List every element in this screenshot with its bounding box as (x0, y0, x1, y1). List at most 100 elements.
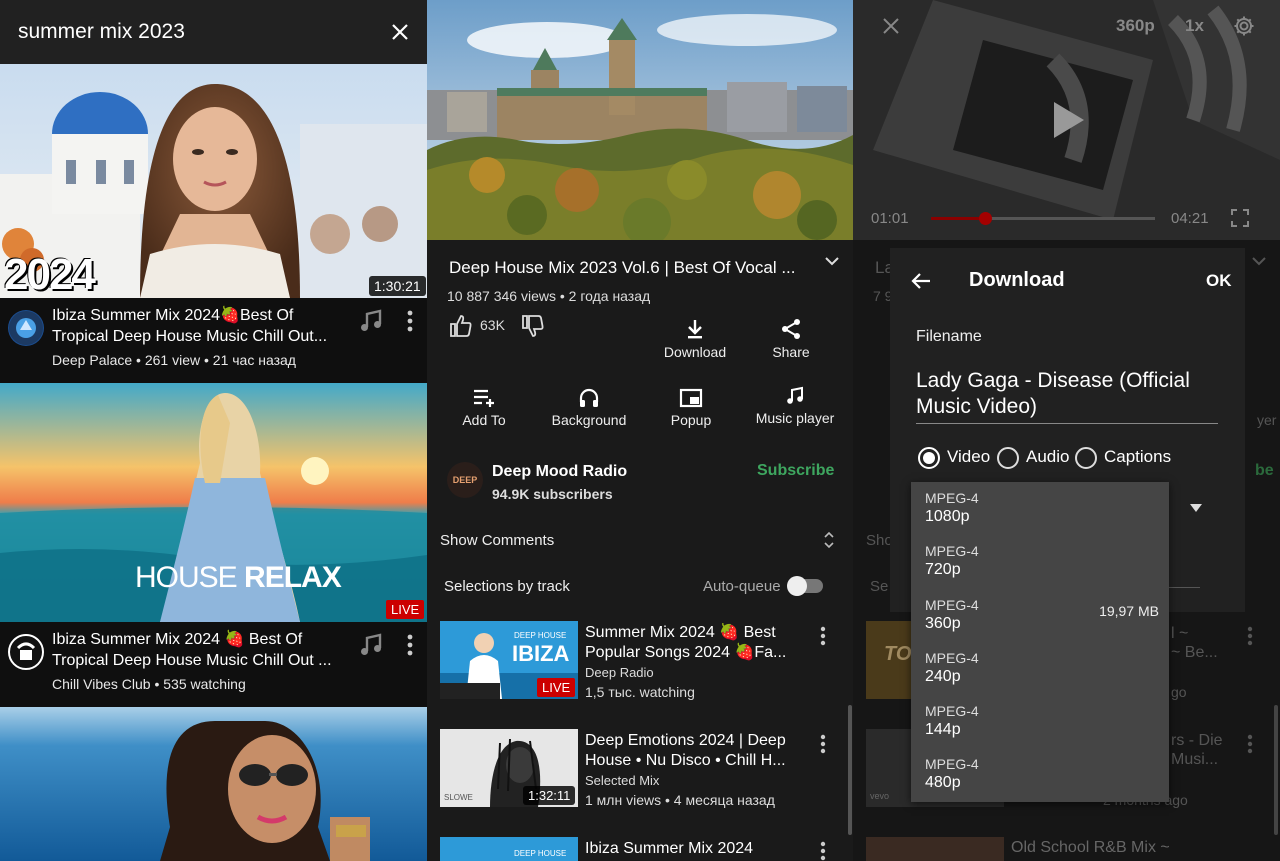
popup-label: Popup (670, 412, 712, 428)
live-badge: LIVE (537, 678, 576, 697)
scrollbar[interactable] (1274, 705, 1278, 835)
video-thumbnail[interactable]: HOUSE RELAX LIVE (0, 383, 427, 622)
settings-gear-icon[interactable] (1231, 13, 1257, 39)
music-note-icon[interactable] (357, 307, 385, 335)
recommendation-thumbnail[interactable]: SLOWE 1:32:11 (440, 729, 578, 807)
subscribe-button[interactable]: Subscribe (757, 462, 834, 480)
video-player[interactable]: 360p 1x 01:01 04:21 (853, 0, 1280, 240)
format-option-480p[interactable]: MPEG-4 480p (911, 748, 1169, 801)
search-header: summer mix 2023 (0, 0, 427, 64)
share-button[interactable]: Share (757, 318, 825, 360)
file-size: 19,97 MB (1099, 603, 1159, 619)
background-text-fragment: Se (870, 578, 889, 595)
fullscreen-icon[interactable] (1229, 207, 1251, 229)
speed-button[interactable]: 1x (1185, 16, 1204, 36)
dropdown-arrow-icon[interactable] (1186, 500, 1206, 516)
ok-button[interactable]: OK (1206, 271, 1232, 291)
download-button[interactable]: Download (655, 318, 735, 360)
recommendation-title[interactable]: Deep Emotions 2024 | Deep House • Nu Dis… (585, 731, 805, 771)
recommendation-title[interactable]: Summer Mix 2024 🍓 Best Popular Songs 202… (585, 623, 805, 663)
channel-avatar-text: DEEP (452, 475, 478, 485)
duration-badge: 1:30:21 (369, 276, 426, 296)
video-meta: Deep Palace • 261 view • 21 час назад (52, 352, 296, 368)
format-dropdown-menu: MPEG-4 1080p MPEG-4 720p MPEG-4 360p 19,97 M… (911, 482, 1169, 802)
background-text-fragment: be (1255, 462, 1274, 479)
background-text-fragment: Sho (866, 532, 893, 549)
music-note-icon[interactable] (357, 631, 385, 659)
add-to-button[interactable]: Add To (447, 388, 521, 428)
more-options-icon[interactable] (398, 308, 422, 334)
more-options-icon[interactable] (398, 632, 422, 658)
chevron-down-icon[interactable] (821, 250, 843, 272)
format-option-144p[interactable]: MPEG-4 144p (911, 695, 1169, 748)
player-download-panel: 360p 1x 01:01 04:21 La 7 9 yer be Sho Se… (853, 0, 1280, 861)
format-option-1080p[interactable]: MPEG-4 1080p (911, 482, 1169, 535)
background-text-fragment: vevo (870, 791, 890, 801)
video-detail-panel: Deep House Mix 2023 Vol.6 | Best Of Voca… (427, 0, 853, 861)
background-text-fragment: Old School R&B Mix ~ (1011, 839, 1170, 856)
video-player[interactable] (427, 0, 853, 240)
channel-avatar[interactable] (8, 634, 44, 670)
background-text-fragment: Musi... (1171, 751, 1219, 768)
music-player-label: Music player (755, 410, 835, 426)
duration-badge: 1:32:11 (523, 786, 576, 805)
add-to-label: Add To (462, 412, 506, 428)
background-text-fragment: go (1171, 684, 1187, 700)
autoqueue-toggle[interactable] (787, 576, 823, 596)
background-button[interactable]: Background (541, 388, 637, 428)
dialog-title: Download (969, 269, 1065, 291)
show-comments-label: Show Comments (440, 532, 555, 549)
channel-avatar[interactable]: DEEP (447, 462, 483, 498)
recommendation-thumbnail[interactable]: DEEP HOUSE (440, 837, 578, 861)
recommendation-thumbnail[interactable]: DEEP HOUSE IBIZA LIVE (440, 621, 578, 699)
time-current: 01:01 (871, 210, 909, 227)
toggle-knob (787, 576, 807, 596)
close-player-icon[interactable] (879, 14, 903, 38)
live-badge: LIVE (386, 600, 425, 619)
recommendation-meta: 1 млн views • 4 месяца назад (585, 792, 775, 808)
time-total: 04:21 (1171, 210, 1209, 227)
filename-input[interactable]: Lady Gaga - Disease (Official Music Vide… (916, 368, 1218, 424)
video-meta: Chill Vibes Club • 535 watching (52, 676, 246, 692)
expand-collapse-icon (824, 531, 834, 549)
close-search-icon[interactable] (386, 18, 414, 46)
music-player-button[interactable]: Music player (749, 386, 841, 426)
popup-button[interactable]: Popup (659, 388, 723, 428)
background-text-fragment: l ~ (1171, 625, 1189, 642)
format-option-360p[interactable]: MPEG-4 360p 19,97 MB (911, 589, 1169, 642)
recommendation-channel: Selected Mix (585, 773, 660, 788)
video-title[interactable]: Ibiza Summer Mix 2024🍓Best Of Tropical D… (52, 305, 348, 347)
more-options-icon[interactable] (812, 624, 834, 648)
download-label: Download (663, 344, 727, 360)
background-text-fragment: ~ Be... (1171, 644, 1218, 661)
thumbnail-text: IBIZA (512, 641, 570, 666)
background-label: Background (551, 412, 627, 428)
like-icon[interactable] (447, 312, 475, 340)
format-option-720p[interactable]: MPEG-4 720p (911, 535, 1169, 588)
type-label: Captions (1104, 447, 1172, 466)
video-thumbnail[interactable]: 2024 1:30:21 (0, 64, 427, 298)
quality-button[interactable]: 360p (1116, 16, 1155, 36)
more-options-icon[interactable] (812, 840, 834, 861)
more-options-icon[interactable] (812, 732, 834, 756)
search-results-panel: summer mix 2023 2024 1:30:21 Ibiza Summe… (0, 0, 427, 861)
seek-bar[interactable] (931, 212, 1155, 225)
recommendation-title[interactable]: Ibiza Summer Mix 2024 (585, 839, 805, 859)
play-icon[interactable] (1049, 98, 1089, 142)
show-comments-button[interactable]: Show Comments (427, 522, 853, 558)
share-label: Share (772, 344, 810, 360)
channel-name[interactable]: Deep Mood Radio (492, 463, 627, 481)
format-option-240p[interactable]: MPEG-4 240p (911, 642, 1169, 695)
channel-avatar[interactable] (8, 310, 44, 346)
scrollbar[interactable] (848, 705, 852, 835)
thumbnail-text: DEEP HOUSE (514, 849, 567, 858)
video-title[interactable]: Deep House Mix 2023 Vol.6 | Best Of Voca… (449, 258, 819, 278)
video-thumbnail[interactable] (0, 707, 427, 861)
back-arrow-icon[interactable] (908, 268, 934, 294)
autoqueue-label: Auto-queue (703, 578, 781, 595)
seek-knob[interactable] (978, 212, 992, 225)
dislike-icon[interactable] (519, 312, 547, 340)
video-title[interactable]: Ibiza Summer Mix 2024 🍓 Best Of Tropical… (52, 629, 348, 671)
background-text-fragment: yer (1257, 412, 1277, 428)
search-query[interactable]: summer mix 2023 (18, 20, 185, 44)
